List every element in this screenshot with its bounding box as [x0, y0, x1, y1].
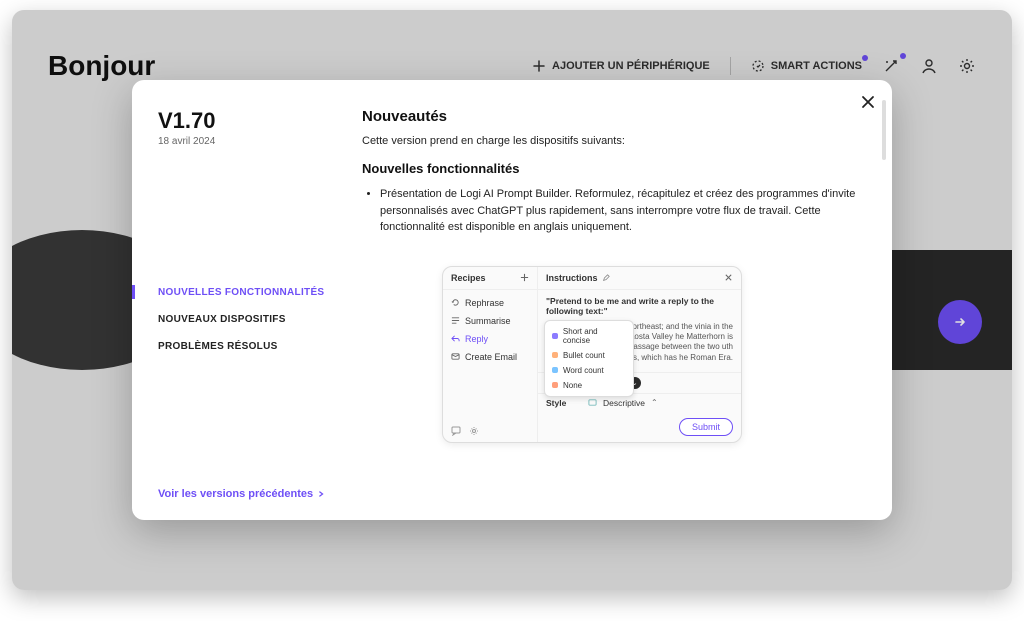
pb-style-select[interactable]: Descriptive: [603, 398, 645, 408]
chevron-right-icon: [317, 490, 325, 498]
chat-icon[interactable]: [451, 426, 461, 436]
modal-intro: Cette version prend en charge les dispos…: [362, 135, 860, 147]
modal-close-button[interactable]: [860, 94, 876, 110]
modal-sidebar: V1.70 18 avril 2024 NOUVELLES FONCTIONNA…: [132, 80, 352, 520]
mail-icon: [451, 352, 460, 361]
modal-nav-tabs: NOUVELLES FONCTIONNALITÉS NOUVEAUX DISPO…: [158, 287, 336, 352]
pb-recipe-label: Rephrase: [465, 298, 504, 308]
release-date: 18 avril 2024: [158, 136, 336, 147]
chevron-up-icon[interactable]: ⌃: [651, 398, 658, 407]
previous-versions-label: Voir les versions précédentes: [158, 488, 313, 500]
close-icon[interactable]: [724, 273, 733, 282]
pb-option-word[interactable]: Word count: [545, 363, 633, 378]
tab-resolved-issues[interactable]: PROBLÈMES RÉSOLUS: [158, 341, 336, 352]
gear-icon[interactable]: [469, 426, 479, 436]
pb-recipes-header: Recipes: [443, 267, 537, 290]
pb-recipes-panel: Recipes Rephrase: [443, 267, 538, 442]
plus-icon[interactable]: [520, 273, 529, 282]
pb-style-label: Style: [546, 398, 582, 408]
section-heading: Nouvelles fonctionnalités: [362, 161, 860, 176]
pb-option-bullet[interactable]: Bullet count: [545, 348, 633, 363]
pb-recipes-label: Recipes: [451, 273, 486, 283]
pb-recipe-summarise[interactable]: Summarise: [443, 312, 537, 330]
pb-prompt-text: "Pretend to be me and write a reply to t…: [538, 290, 741, 322]
pb-recipe-rephrase[interactable]: Rephrase: [443, 294, 537, 312]
style-icon: [588, 398, 597, 407]
reply-icon: [451, 334, 460, 343]
pb-recipe-label: Create Email: [465, 352, 517, 362]
edit-icon[interactable]: [602, 274, 610, 282]
lines-icon: [451, 316, 460, 325]
feature-list: Présentation de Logi AI Prompt Builder. …: [362, 186, 860, 236]
tab-new-features[interactable]: NOUVELLES FONCTIONNALITÉS: [158, 287, 336, 298]
pb-submit-button[interactable]: Submit: [679, 418, 733, 436]
tab-new-devices[interactable]: NOUVEAUX DISPOSITIFS: [158, 314, 336, 325]
prompt-builder-preview: Recipes Rephrase: [442, 266, 742, 443]
modal-overlay: V1.70 18 avril 2024 NOUVELLES FONCTIONNA…: [12, 10, 1012, 590]
modal-title: Nouveautés: [362, 108, 860, 125]
pb-option-none[interactable]: None: [545, 378, 633, 393]
app-background: Bonjour AJOUTER UN PÉRIPHÉRIQUE SMART AC…: [12, 10, 1012, 590]
pb-recipe-create-email[interactable]: Create Email: [443, 348, 537, 366]
feature-item: Présentation de Logi AI Prompt Builder. …: [380, 186, 860, 236]
pb-instructions-panel: Instructions "Pretend to be me and write…: [538, 267, 741, 442]
previous-versions-link[interactable]: Voir les versions précédentes: [158, 488, 336, 500]
release-notes-modal: V1.70 18 avril 2024 NOUVELLES FONCTIONNA…: [132, 80, 892, 520]
modal-content: Nouveautés Cette version prend en charge…: [352, 80, 892, 520]
pb-length-popup: Short and concise Bullet count Word coun…: [544, 320, 634, 397]
pb-recipe-reply[interactable]: Reply: [443, 330, 537, 348]
pb-footer-icons: [443, 420, 537, 442]
refresh-icon: [451, 298, 460, 307]
pb-instructions-label: Instructions: [546, 273, 598, 283]
pb-recipe-label: Reply: [465, 334, 488, 344]
version-label: V1.70: [158, 108, 336, 134]
app-window: Bonjour AJOUTER UN PÉRIPHÉRIQUE SMART AC…: [12, 10, 1012, 590]
scrollbar[interactable]: [882, 100, 886, 160]
pb-recipe-label: Summarise: [465, 316, 511, 326]
pb-instructions-header: Instructions: [538, 267, 741, 290]
pb-option-short[interactable]: Short and concise: [545, 324, 633, 348]
